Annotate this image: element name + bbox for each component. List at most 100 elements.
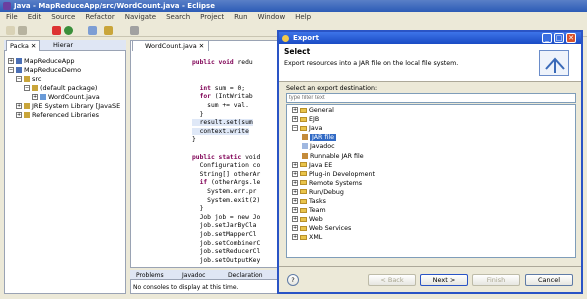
menu-item-window[interactable]: Window <box>258 13 286 21</box>
maximize-button[interactable]: □ <box>554 33 564 43</box>
new-java-class-icon[interactable] <box>88 26 97 35</box>
menu-item-help[interactable]: Help <box>295 13 311 21</box>
code-line: job.setCombinerC <box>192 240 261 247</box>
expand-icon[interactable]: + <box>292 116 298 123</box>
menu-item-file[interactable]: File <box>6 13 18 21</box>
tree-item[interactable]: − (default package) <box>24 84 97 93</box>
code-text: } <box>192 205 204 213</box>
expand-icon[interactable]: + <box>292 207 298 214</box>
tab-hierarchy[interactable]: Hierar <box>50 40 76 51</box>
folder-icon <box>300 225 307 231</box>
expand-icon[interactable]: + <box>32 94 38 100</box>
tab-package-explorer[interactable]: Packa ✕ <box>6 40 41 51</box>
java-file-icon <box>40 94 46 100</box>
code-text: result.set(sum <box>192 119 253 127</box>
expand-icon[interactable]: + <box>8 58 14 64</box>
export-banner-icon <box>539 50 569 76</box>
wizard-item[interactable]: Runnable JAR file <box>302 152 364 161</box>
code-text: job.setMapperCl <box>192 231 257 238</box>
back-button[interactable]: < Back <box>368 274 416 286</box>
wizard-item-label: Run/Debug <box>309 188 344 196</box>
expand-icon[interactable]: + <box>292 234 298 241</box>
expand-icon[interactable]: + <box>16 103 22 109</box>
tree-item[interactable]: + Referenced Libraries <box>16 111 99 120</box>
expand-icon[interactable]: + <box>292 225 298 232</box>
collapse-icon[interactable]: − <box>292 125 298 132</box>
wizard-item[interactable]: + Java EE <box>292 161 332 170</box>
collapse-icon[interactable]: − <box>8 67 14 73</box>
minimize-button[interactable]: _ <box>542 33 552 43</box>
folder-icon <box>300 171 307 177</box>
tab-label: Packa <box>10 42 29 50</box>
menu-item-source[interactable]: Source <box>51 13 75 21</box>
wizard-item[interactable]: Javadoc <box>302 143 335 151</box>
code-text: redu <box>237 59 253 66</box>
cancel-button[interactable]: Cancel <box>525 274 573 286</box>
wizard-item[interactable]: + Web <box>292 216 323 224</box>
tree-item-label: src <box>32 75 42 83</box>
tree-item-label: MapReduceDemo <box>24 66 82 74</box>
tab-problems[interactable]: Problems <box>134 271 166 280</box>
menu-item-refactor[interactable]: Refactor <box>85 13 114 21</box>
collapse-icon[interactable]: − <box>16 76 22 82</box>
expand-icon[interactable]: + <box>292 216 298 223</box>
code-keyword: int <box>192 84 215 92</box>
editor-tab-wordcount[interactable]: WordCount.java ✕ <box>132 40 210 51</box>
jar-icon <box>302 134 308 141</box>
wizard-item[interactable]: + Team <box>292 207 326 215</box>
wizard-item-label: Javadoc <box>310 143 335 151</box>
open-type-icon[interactable] <box>104 26 113 35</box>
finish-button[interactable]: Finish <box>472 274 520 286</box>
wizard-item[interactable]: JAR file <box>302 134 337 142</box>
wizard-item[interactable]: + Tasks <box>292 198 326 206</box>
run-icon[interactable] <box>64 26 73 35</box>
debug-icon[interactable] <box>52 26 61 35</box>
menu-item-edit[interactable]: Edit <box>28 13 42 21</box>
tree-item[interactable]: + MapReduceApp <box>8 57 74 66</box>
code-text: sum = 0; <box>214 84 246 92</box>
expand-icon[interactable]: + <box>292 198 298 204</box>
menu-item-run[interactable]: Run <box>234 13 247 21</box>
menu-item-search[interactable]: Search <box>166 13 190 21</box>
collapse-icon[interactable]: − <box>24 85 30 91</box>
menu-item-project[interactable]: Project <box>200 13 224 21</box>
wizard-item[interactable]: + Run/Debug <box>292 188 344 197</box>
tab-javadoc[interactable]: Javadoc <box>180 271 207 280</box>
tree-item[interactable]: + JRE System Library [JavaSE <box>16 102 120 111</box>
tree-item[interactable]: − MapReduceDemo <box>8 66 81 75</box>
expand-icon[interactable]: + <box>292 188 298 195</box>
search-icon[interactable] <box>130 26 139 35</box>
tree-item[interactable]: − src <box>16 75 42 84</box>
wizard-item[interactable]: + EJB <box>292 116 319 124</box>
expand-icon[interactable]: + <box>292 170 298 177</box>
help-button[interactable]: ? <box>287 274 299 286</box>
expand-icon[interactable]: + <box>292 179 298 186</box>
wizard-item[interactable]: + Remote Systems <box>292 179 362 188</box>
package-icon <box>24 103 30 109</box>
wizard-item[interactable]: − Java <box>292 125 322 133</box>
wizard-item[interactable]: + Web Services <box>292 225 351 233</box>
menu-item-navigate[interactable]: Navigate <box>125 13 156 21</box>
dialog-header-title: Select <box>284 47 311 56</box>
wizard-item[interactable]: + Plug-in Development <box>292 170 375 179</box>
tree-item[interactable]: + WordCount.java <box>32 93 100 102</box>
expand-icon[interactable]: + <box>292 161 298 168</box>
save-icon[interactable] <box>18 26 27 35</box>
code-text: System.err.pr <box>192 188 257 195</box>
tab-declaration[interactable]: Declaration <box>226 271 265 280</box>
new-icon[interactable] <box>6 26 15 35</box>
folder-icon <box>300 207 307 213</box>
tree-item-label: WordCount.java <box>48 93 100 101</box>
expand-icon[interactable]: + <box>16 112 22 118</box>
expand-icon[interactable]: + <box>292 107 298 113</box>
code-text: (IntWritab <box>214 93 253 101</box>
close-button[interactable]: ✕ <box>566 33 576 43</box>
filter-input[interactable] <box>286 93 576 103</box>
folder-icon <box>300 189 307 195</box>
code-line: } <box>192 205 204 213</box>
code-keyword: if <box>192 179 211 187</box>
code-line: } <box>192 111 204 118</box>
wizard-item[interactable]: + General <box>292 107 334 115</box>
wizard-item[interactable]: + XML <box>292 234 322 242</box>
next-button[interactable]: Next > <box>420 274 468 286</box>
